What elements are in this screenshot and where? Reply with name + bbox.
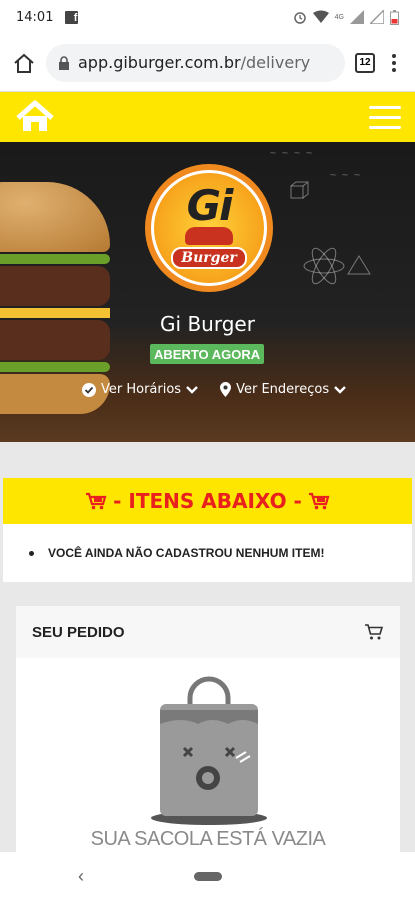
burger-image — [0, 182, 110, 414]
logo-burger-text: Burger — [171, 247, 247, 269]
wifi-icon — [312, 10, 329, 23]
status-time: 14:01 — [16, 9, 54, 25]
url-path: /delivery — [240, 53, 311, 72]
home-icon[interactable] — [12, 52, 36, 74]
addresses-link[interactable]: Ver Endereços — [220, 382, 346, 397]
network-label: 4G — [334, 13, 344, 21]
status-icons: 4G — [293, 9, 399, 25]
cart-icon — [86, 492, 107, 510]
items-header-label: - ITENS ABAIXO - — [113, 489, 302, 513]
hero-banner: ~ ~ ~ ~ ~ ~ ~ Gi Burger Gi Burger ABERTO… — [0, 142, 415, 442]
cart-icon[interactable] — [364, 623, 384, 641]
battery-icon — [390, 9, 399, 25]
lock-icon — [59, 55, 69, 70]
items-section: - ITENS ABAIXO - VOCÊ AINDA NÃO CADASTRO… — [3, 478, 412, 582]
status-bar: 14:01 f 4G — [0, 0, 415, 34]
store-logo: Gi Burger — [145, 164, 273, 292]
store-name: Gi Burger — [160, 312, 255, 336]
logo-burger-graphic — [185, 227, 233, 245]
site-home-icon[interactable] — [14, 100, 56, 134]
order-title: SEU PEDIDO — [32, 623, 125, 641]
items-list: VOCÊ AINDA NÃO CADASTROU NENHUM ITEM! — [3, 524, 412, 582]
list-bullet — [29, 550, 34, 556]
hours-label: Ver Horários — [101, 382, 182, 397]
browser-toolbar: app.giburger.com.br/delivery 12 — [0, 34, 415, 92]
signal-icon — [350, 10, 364, 24]
empty-items-message: VOCÊ AINDA NÃO CADASTROU NENHUM ITEM! — [48, 546, 325, 560]
order-card: SEU PEDIDO SUA SACOLA ESTÁ VAZIA — [16, 606, 400, 866]
home-gesture-pill[interactable] — [193, 871, 222, 881]
open-status-badge: ABERTO AGORA — [150, 344, 265, 364]
back-button[interactable]: ‹ — [78, 866, 84, 887]
empty-bag-illustration — [151, 676, 267, 825]
addresses-label: Ver Endereços — [236, 382, 330, 397]
browser-menu-button[interactable] — [385, 53, 403, 72]
android-nav-bar: ‹ — [0, 852, 415, 900]
chevron-down-icon — [334, 385, 346, 394]
logo-gi-text: Gi — [186, 181, 234, 230]
items-header: - ITENS ABAIXO - — [3, 478, 412, 524]
hero-links: Ver Horários Ver Endereços — [82, 382, 346, 397]
chalk-cube-icon — [290, 181, 309, 199]
facebook-icon: f — [65, 10, 79, 24]
tab-switcher-button[interactable]: 12 — [355, 52, 375, 73]
empty-bag-message: SUA SACOLA ESTÁ VAZIA — [90, 828, 326, 850]
chalk-triangle-icon — [347, 255, 371, 275]
site-header — [0, 92, 415, 142]
map-pin-icon — [220, 382, 232, 397]
order-header: SEU PEDIDO — [16, 606, 400, 658]
alarm-icon — [293, 12, 306, 24]
check-circle-icon — [82, 382, 96, 397]
chevron-down-icon — [186, 385, 198, 394]
chalk-atom-icon — [303, 247, 345, 285]
address-bar[interactable]: app.giburger.com.br/delivery — [46, 43, 345, 82]
signal-weak-icon — [370, 10, 384, 24]
menu-button[interactable] — [369, 105, 401, 129]
cart-icon — [308, 492, 330, 510]
url-domain: app.giburger.com.br — [78, 53, 241, 72]
hours-link[interactable]: Ver Horários — [82, 382, 198, 397]
